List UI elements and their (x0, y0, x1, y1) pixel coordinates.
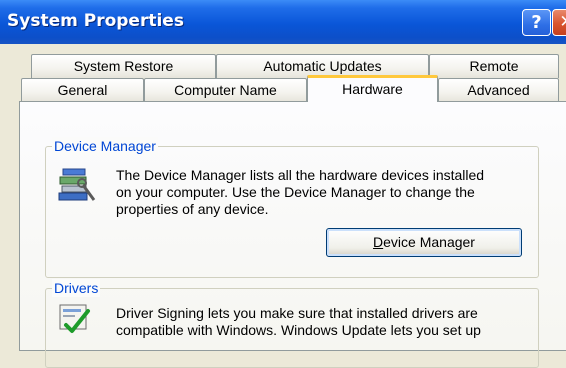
tab-remote[interactable]: Remote (429, 54, 559, 78)
device-manager-description-line: on your computer. Use the Device Manager… (116, 184, 475, 200)
tab-label: Automatic Updates (263, 58, 382, 74)
device-manager-legend: Device Manager (52, 137, 158, 155)
tab-advanced[interactable]: Advanced (438, 78, 559, 102)
hardware-tab-panel: Device Manager The Device Manager lists … (19, 101, 566, 368)
close-icon: ✕ (559, 12, 566, 32)
button-label: evice Manager (383, 234, 475, 250)
accelerator-key: D (373, 234, 384, 250)
tab-system-restore[interactable]: System Restore (31, 54, 216, 78)
title-bar[interactable]: System Properties ? ✕ (0, 0, 566, 44)
tab-general[interactable]: General (21, 78, 144, 102)
tab-label: General (57, 82, 108, 98)
device-manager-group: Device Manager The Device Manager lists … (45, 137, 539, 278)
drivers-legend: Drivers (52, 279, 101, 297)
drivers-description-line: compatible with Windows. Windows Update … (116, 322, 481, 338)
tab-label: Hardware (342, 81, 403, 97)
window-title: System Properties (7, 11, 184, 31)
help-button[interactable]: ? (522, 9, 551, 36)
device-manager-button[interactable]: Device Manager (326, 228, 522, 257)
device-manager-description-line: properties of any device. (116, 201, 269, 217)
tab-label: Remote (469, 58, 519, 74)
close-button[interactable]: ✕ (552, 9, 566, 36)
tab-label: Advanced (467, 82, 530, 98)
help-icon: ? (531, 12, 542, 33)
drivers-description-line: Driver Signing lets you make sure that i… (116, 305, 478, 321)
tab-label: Computer Name (174, 82, 277, 98)
drivers-group: Drivers Driver Signing lets you make sur… (45, 279, 539, 368)
tab-label: System Restore (73, 58, 174, 74)
tab-computer-name[interactable]: Computer Name (144, 78, 307, 102)
device-manager-icon (58, 168, 96, 201)
driver-signing-icon (59, 304, 90, 333)
tab-hardware[interactable]: Hardware (307, 75, 438, 102)
device-manager-description-line: The Device Manager lists all the hardwar… (116, 167, 485, 183)
